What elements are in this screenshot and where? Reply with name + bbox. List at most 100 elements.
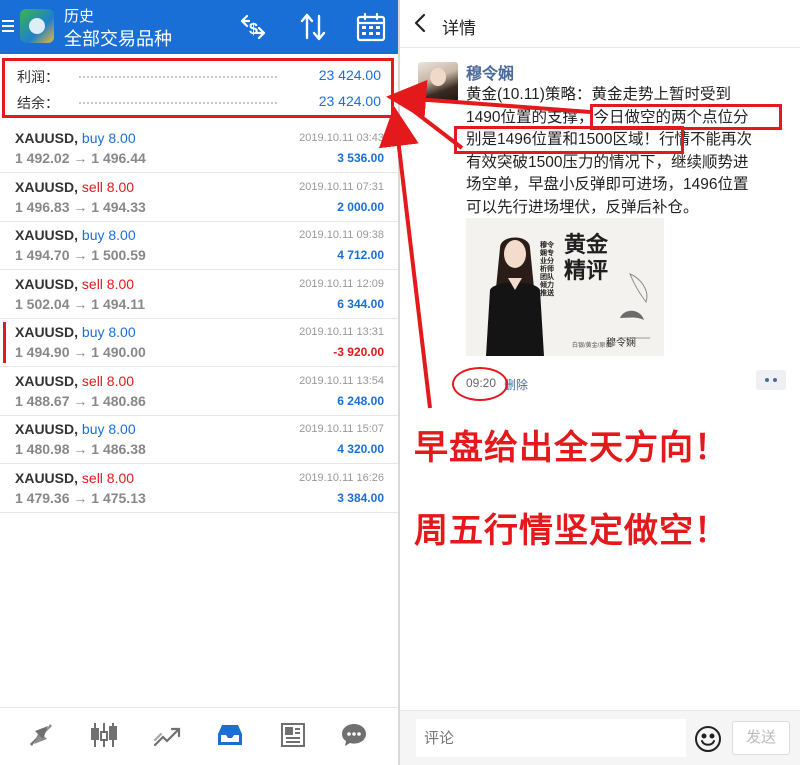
symbol-name: XAUUSD, [15, 469, 79, 486]
send-button[interactable]: 发送 [732, 721, 790, 755]
currency-exchange-icon[interactable]: $ [236, 10, 270, 44]
trade-time: 2019.10.11 09:38 [299, 229, 384, 241]
trade-row[interactable]: XAUUSD, buy 8.00 1 494.90 → 1 490.00 2019.… [0, 318, 398, 367]
svg-text:$: $ [249, 21, 258, 38]
dotted-leader [79, 102, 277, 104]
trade-profit: 3 536.00 [337, 151, 384, 165]
trade-symbol: XAUUSD, buy 8.00 [15, 324, 136, 340]
trade-time: 2019.10.11 07:31 [299, 180, 384, 193]
trade-prices: 1 494.70 → 1 500.59 [15, 247, 146, 263]
symbol-name: XAUUSD, [15, 227, 79, 243]
highlight-box [454, 126, 684, 154]
bottom-nav [0, 707, 398, 765]
image-signature: 穆令娴 [606, 338, 636, 349]
trade-profit: -3 920.00 [333, 345, 384, 359]
trade-side: buy 8.00 [81, 324, 136, 340]
trade-prices: 1 492.02 → 1 496.44 [15, 150, 146, 166]
profit-label: 利润： [17, 69, 59, 85]
trade-row[interactable]: XAUUSD, buy 8.00 1 492.02 → 1 496.44 2019.… [0, 124, 398, 173]
profit-row: 利润： 23 424.00 [17, 65, 381, 87]
comment-input[interactable] [416, 719, 686, 757]
page-title: 历史 [64, 8, 95, 25]
trade-side: buy 8.00 [81, 227, 136, 243]
annotation-text: 早盘给出全天方向！ [414, 429, 729, 467]
trade-row[interactable]: XAUUSD, buy 8.00 1 494.70 → 1 500.59 2019.… [0, 221, 398, 270]
trade-side: buy 8.00 [81, 130, 136, 146]
trade-profit: 4 712.00 [337, 248, 384, 262]
symbol-filter[interactable]: 全部交易品种 [64, 25, 172, 51]
trade-prices: 1 480.98 → 1 486.38 [15, 441, 146, 457]
symbol-name: XAUUSD, [15, 372, 79, 389]
trade-prices: 1 494.90 → 1 490.00 [15, 344, 146, 360]
trade-profit: 2 000.00 [337, 199, 384, 214]
trade-icon[interactable] [152, 720, 182, 750]
trade-symbol: XAUUSD, buy 8.00 [15, 227, 136, 243]
trade-prices: 1 488.67 → 1 480.86 [15, 392, 146, 409]
trade-side: sell 8.00 [81, 178, 135, 195]
trade-prices: 1 479.36 → 1 475.13 [15, 489, 146, 506]
more-button[interactable] [756, 370, 786, 390]
symbol-name: XAUUSD, [15, 324, 79, 340]
sort-icon[interactable] [296, 10, 330, 44]
balance-value: 23 424.00 [318, 93, 381, 109]
post-line: 有效突破1500压力的情况下，继续顺势进 [466, 153, 749, 171]
post-image[interactable]: 穆令娴专业分析师团队倾力推送 黄金精评 白银/黄金/原油 穆令娴 [466, 218, 664, 356]
trade-side: buy 8.00 [81, 421, 136, 437]
trade-prices: 1 496.83 → 1 494.33 [15, 198, 146, 215]
balance-row: 结余： 23 424.00 [17, 91, 381, 113]
image-title: 黄金精评 [564, 232, 609, 284]
emoji-icon[interactable] [694, 725, 722, 753]
symbol-name: XAUUSD, [15, 421, 79, 437]
trade-symbol: XAUUSD, sell 8.00 [15, 373, 134, 389]
trade-row[interactable]: XAUUSD, sell 8.00 1 502.04 → 1 494.11 2019… [0, 270, 398, 319]
quotes-icon[interactable] [26, 720, 56, 750]
trade-symbol: XAUUSD, buy 8.00 [15, 421, 136, 437]
symbol-name: XAUUSD, [15, 275, 79, 292]
profit-value: 23 424.00 [318, 67, 381, 83]
post-detail-panel: 详情 穆令娴 黄金(10.11)策略：黄金走势上暂时受到 1490位置的支撑，今… [400, 0, 800, 765]
chart-icon[interactable] [89, 720, 119, 750]
history-panel: 历史 全部交易品种 $ 利润： 23 424.00 结余： 23 424.00 … [0, 0, 398, 765]
annotation-text: 周五行情坚定做空！ [414, 512, 729, 550]
trade-side: sell 8.00 [81, 469, 135, 486]
trade-row[interactable]: XAUUSD, buy 8.00 1 480.98 → 1 486.38 2019.… [0, 415, 398, 464]
detail-header: 详情 [400, 0, 800, 48]
trade-profit: 6 248.00 [337, 393, 384, 408]
trade-time: 2019.10.11 13:31 [299, 326, 384, 338]
trade-profit: 6 344.00 [337, 296, 384, 311]
menu-icon[interactable] [2, 20, 14, 34]
author-name[interactable]: 穆令娴 [466, 60, 514, 84]
post-line: 场空单，早盘小反弹即可进场，1496位置 [466, 176, 749, 193]
loss-marker [3, 322, 6, 363]
symbol-name: XAUUSD, [15, 130, 79, 146]
comment-bar: 发送 [400, 710, 800, 765]
calendar-icon[interactable] [354, 10, 388, 44]
author-avatar[interactable] [418, 62, 458, 102]
trade-symbol: XAUUSD, sell 8.00 [15, 470, 134, 486]
app-logo [20, 9, 54, 43]
trade-row[interactable]: XAUUSD, sell 8.00 1 496.83 → 1 494.33 2019… [0, 173, 398, 222]
post-line: 可以先行进场埋伏，反弹后补仓。 [466, 198, 699, 216]
messages-icon[interactable] [339, 720, 369, 750]
trade-symbol: XAUUSD, sell 8.00 [15, 276, 134, 292]
trade-time: 2019.10.11 03:43 [299, 132, 384, 144]
history-header: 历史 全部交易品种 $ [0, 0, 398, 54]
trade-side: sell 8.00 [81, 275, 135, 292]
trade-profit: 4 320.00 [337, 442, 384, 456]
news-icon[interactable] [278, 720, 308, 750]
trade-symbol: XAUUSD, sell 8.00 [15, 179, 134, 195]
time-highlight-circle [452, 367, 508, 401]
page-title: 详情 [442, 19, 476, 38]
dotted-leader [79, 76, 277, 78]
trade-time: 2019.10.11 12:09 [299, 277, 384, 290]
back-icon[interactable] [410, 12, 432, 34]
balance-label: 结余： [17, 95, 59, 111]
trade-prices: 1 502.04 → 1 494.11 [15, 295, 145, 312]
trade-row[interactable]: XAUUSD, sell 8.00 1 479.36 → 1 475.13 2019… [0, 464, 398, 513]
trade-row[interactable]: XAUUSD, sell 8.00 1 488.67 → 1 480.86 2019… [0, 367, 398, 416]
symbol-name: XAUUSD, [15, 178, 79, 195]
history-icon[interactable] [215, 720, 245, 750]
trade-side: sell 8.00 [81, 372, 135, 389]
image-vertical-text: 穆令娴专业分析师团队倾力推送 [540, 242, 554, 297]
trade-time: 2019.10.11 15:07 [299, 423, 384, 435]
